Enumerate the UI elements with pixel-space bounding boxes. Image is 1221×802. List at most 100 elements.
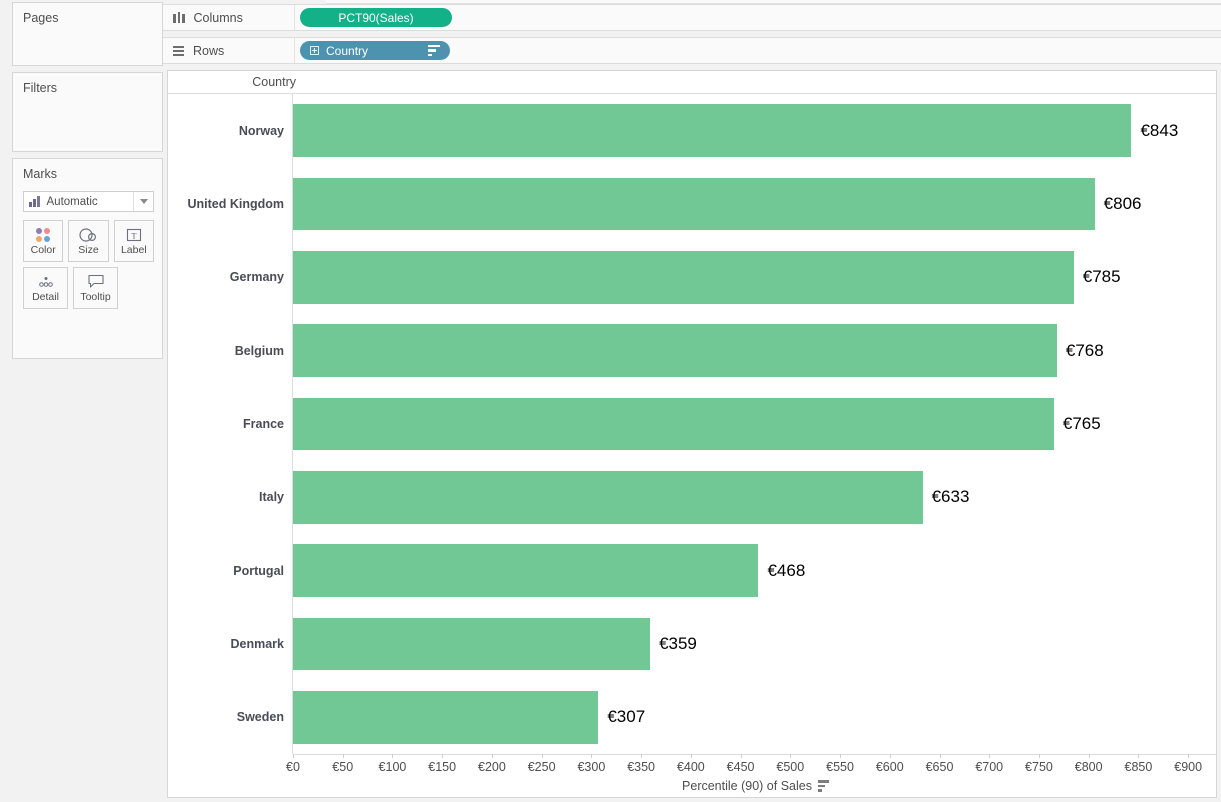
x-axis-tick <box>392 754 394 758</box>
filters-shelf-card[interactable]: Filters <box>12 72 163 152</box>
marks-label-label: Label <box>120 244 147 257</box>
row-label-denmark[interactable]: Denmark <box>231 637 285 651</box>
mark-type-dropdown-arrow[interactable] <box>133 192 153 211</box>
bar-value-label: €633 <box>931 487 970 507</box>
row-label-france[interactable]: France <box>243 417 284 431</box>
bar-denmark[interactable] <box>293 617 651 671</box>
x-axis-tick <box>1038 754 1040 758</box>
x-axis-tick-label: €250 <box>527 760 556 774</box>
marks-label-button[interactable]: T Label <box>113 220 154 262</box>
row-field-header: Country <box>252 75 296 89</box>
sort-descending-icon[interactable] <box>817 780 829 792</box>
mark-type-select[interactable]: Automatic <box>23 191 154 212</box>
bar-germany[interactable] <box>293 250 1074 304</box>
x-axis-tick <box>541 754 543 758</box>
bar-france[interactable] <box>293 397 1054 451</box>
rows-shelf[interactable]: Rows Country <box>163 37 1221 64</box>
columns-shelf[interactable]: Columns PCT90(Sales) <box>163 4 1221 31</box>
pill-country-text: Country <box>326 43 369 58</box>
viz-canvas[interactable]: Country Norway United Kingdom Germany Belgi… <box>167 70 1217 798</box>
x-axis-tick-label: €750 <box>1025 760 1053 774</box>
x-axis-tick <box>840 754 842 758</box>
marks-card: Marks Automatic Color Size T Label Detai… <box>12 158 163 359</box>
x-axis-tick <box>1188 754 1190 758</box>
color-dots-icon <box>36 226 51 243</box>
x-axis[interactable]: Percentile (90) of Sales €0 €50 €100 €150 €2… <box>286 754 1216 797</box>
x-axis-tick <box>442 754 444 758</box>
x-axis-tick <box>1138 754 1140 758</box>
column-header: Country <box>168 71 1216 93</box>
row-label-united-kingdom[interactable]: United Kingdom <box>187 197 284 211</box>
marks-detail-button[interactable]: Detail <box>23 267 68 309</box>
x-axis-tick-label: €0 <box>286 760 300 774</box>
x-axis-title-group[interactable]: Percentile (90) of Sales <box>293 779 1216 793</box>
row-label-norway[interactable]: Norway <box>239 124 284 138</box>
columns-shelf-label-box: Columns <box>163 5 295 30</box>
x-axis-tick <box>790 754 792 758</box>
row-label-belgium[interactable]: Belgium <box>235 344 284 358</box>
x-axis-tick-label: €300 <box>577 760 606 774</box>
x-axis-tick <box>740 754 742 758</box>
plot-area: Norway United Kingdom Germany Belgium France… <box>168 94 1216 754</box>
x-axis-tick-label: €550 <box>826 760 854 774</box>
bar-value-label: €768 <box>1065 340 1104 360</box>
marks-tooltip-button[interactable]: Tooltip <box>73 267 118 309</box>
x-axis-tick-label: €500 <box>776 760 805 774</box>
pill-pct90-sales-text: PCT90(Sales) <box>338 10 414 25</box>
row-label-sweden[interactable]: Sweden <box>237 710 284 724</box>
bar-chart-icon <box>29 196 40 207</box>
x-axis-tick-label: €450 <box>726 760 755 774</box>
sort-descending-icon[interactable] <box>428 44 440 57</box>
bars-panel: €843 €806 €785 €768 €765 €633 €468 €359 €307 <box>293 94 1216 754</box>
row-label-portugal[interactable]: Portugal <box>233 564 284 578</box>
x-axis-tick-label: €600 <box>875 760 904 774</box>
x-axis-tick-label: €800 <box>1074 760 1103 774</box>
rows-icon <box>173 45 184 56</box>
bar-belgium[interactable] <box>293 324 1057 378</box>
x-axis-tick <box>939 754 941 758</box>
bar-norway[interactable] <box>293 104 1132 158</box>
size-circles-icon <box>78 226 98 243</box>
columns-icon <box>173 12 185 23</box>
x-axis-tick <box>989 754 991 758</box>
pill-country[interactable]: Country <box>300 41 450 60</box>
x-axis-tick <box>889 754 891 758</box>
bar-value-label: €806 <box>1103 194 1142 213</box>
x-axis-tick-label: €100 <box>378 760 407 774</box>
marks-size-button[interactable]: Size <box>68 220 109 262</box>
x-axis-title: Percentile (90) of Sales <box>682 779 812 793</box>
svg-text:T: T <box>131 230 137 240</box>
bar-value-label: €307 <box>607 707 646 727</box>
marks-color-label: Color <box>30 244 56 257</box>
tooltip-bubble-icon <box>87 273 105 290</box>
bar-value-label: €765 <box>1062 414 1101 433</box>
bar-value-label: €359 <box>659 634 697 653</box>
bar-italy[interactable] <box>293 470 923 524</box>
x-axis-tick-label: €200 <box>478 760 506 774</box>
marks-buttons: Color Size T Label Detail Tooltip <box>23 220 154 314</box>
x-axis-tick <box>342 754 344 758</box>
left-panel-empty-area <box>0 365 163 802</box>
bar-value-label: €785 <box>1082 267 1121 287</box>
chevron-down-icon <box>139 199 148 204</box>
row-label-italy[interactable]: Italy <box>259 490 284 504</box>
x-axis-tick <box>591 754 593 758</box>
row-label-germany[interactable]: Germany <box>230 270 284 284</box>
rows-shelf-label-box: Rows <box>163 38 295 63</box>
pages-shelf-card[interactable]: Pages <box>12 2 163 66</box>
x-axis-tick <box>1088 754 1090 758</box>
marks-color-button[interactable]: Color <box>23 220 64 262</box>
marks-detail-label: Detail <box>32 291 59 304</box>
expand-plus-icon[interactable] <box>310 46 319 55</box>
pill-pct90-sales[interactable]: PCT90(Sales) <box>300 8 452 27</box>
marks-card-title: Marks <box>23 167 58 181</box>
row-axis: Norway United Kingdom Germany Belgium France… <box>168 94 293 754</box>
bar-sweden[interactable] <box>293 690 599 744</box>
x-axis-tick-label: €650 <box>925 760 954 774</box>
worksheet-area: Columns PCT90(Sales) Rows Country Countr… <box>163 0 1221 802</box>
bar-portugal[interactable] <box>293 544 759 598</box>
bar-united-kingdom[interactable] <box>293 177 1095 231</box>
rows-shelf-label: Rows <box>193 43 225 58</box>
x-axis-tick-label: €350 <box>627 760 656 774</box>
detail-dots-icon <box>36 273 56 290</box>
